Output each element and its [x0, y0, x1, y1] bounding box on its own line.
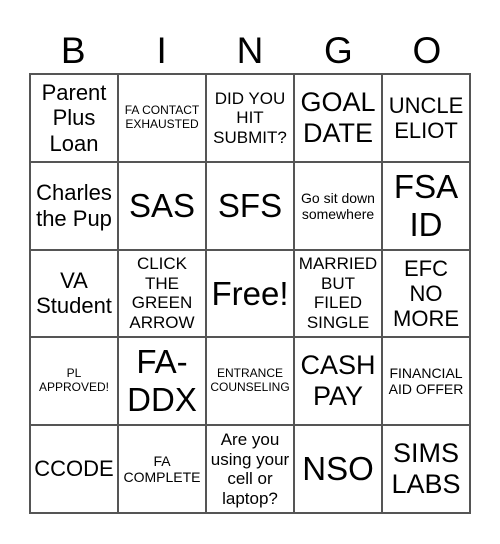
bingo-cell[interactable]: Go sit down somewhere: [294, 161, 382, 250]
bingo-cell[interactable]: SIMS LABS: [382, 425, 470, 513]
bingo-cell[interactable]: SAS: [118, 161, 206, 250]
bingo-header: B I N G O: [29, 30, 471, 72]
header-letter-n: N: [236, 30, 264, 71]
bingo-cell[interactable]: FINANCIAL AID OFFER: [382, 337, 470, 426]
bingo-cell[interactable]: Are you using your cell or laptop?: [206, 425, 294, 513]
bingo-cell[interactable]: PL APPROVED!: [30, 337, 118, 426]
bingo-cell[interactable]: CASH PAY: [294, 337, 382, 426]
bingo-cell[interactable]: ENTRANCE COUNSELING: [206, 337, 294, 426]
bingo-grid: Parent Plus Loan FA CONTACT EXHAUSTED DI…: [29, 73, 471, 514]
bingo-cell[interactable]: FA-DDX: [118, 337, 206, 426]
header-letter-o: O: [412, 30, 442, 71]
free-space[interactable]: Free!: [206, 249, 294, 338]
bingo-cell[interactable]: FSA ID: [382, 161, 470, 250]
bingo-cell[interactable]: CLICK THE GREEN ARROW: [118, 249, 206, 338]
bingo-cell[interactable]: VA Student: [30, 249, 118, 338]
bingo-cell[interactable]: MARRIED BUT FILED SINGLE: [294, 249, 382, 338]
bingo-cell[interactable]: EFC NO MORE: [382, 249, 470, 338]
bingo-cell[interactable]: FA COMPLETE: [118, 425, 206, 513]
header-letter-i: I: [156, 30, 167, 71]
bingo-cell[interactable]: FA CONTACT EXHAUSTED: [118, 74, 206, 162]
bingo-cell[interactable]: CCODE: [30, 425, 118, 513]
bingo-cell[interactable]: Charles the Pup: [30, 161, 118, 250]
bingo-cell[interactable]: UNCLE ELIOT: [382, 74, 470, 162]
bingo-cell[interactable]: GOAL DATE: [294, 74, 382, 162]
header-letter-g: G: [324, 30, 353, 71]
bingo-cell[interactable]: SFS: [206, 161, 294, 250]
header-letter-b: B: [60, 30, 86, 71]
bingo-cell[interactable]: Parent Plus Loan: [30, 74, 118, 162]
bingo-cell[interactable]: NSO: [294, 425, 382, 513]
bingo-cell[interactable]: DID YOU HIT SUBMIT?: [206, 74, 294, 162]
